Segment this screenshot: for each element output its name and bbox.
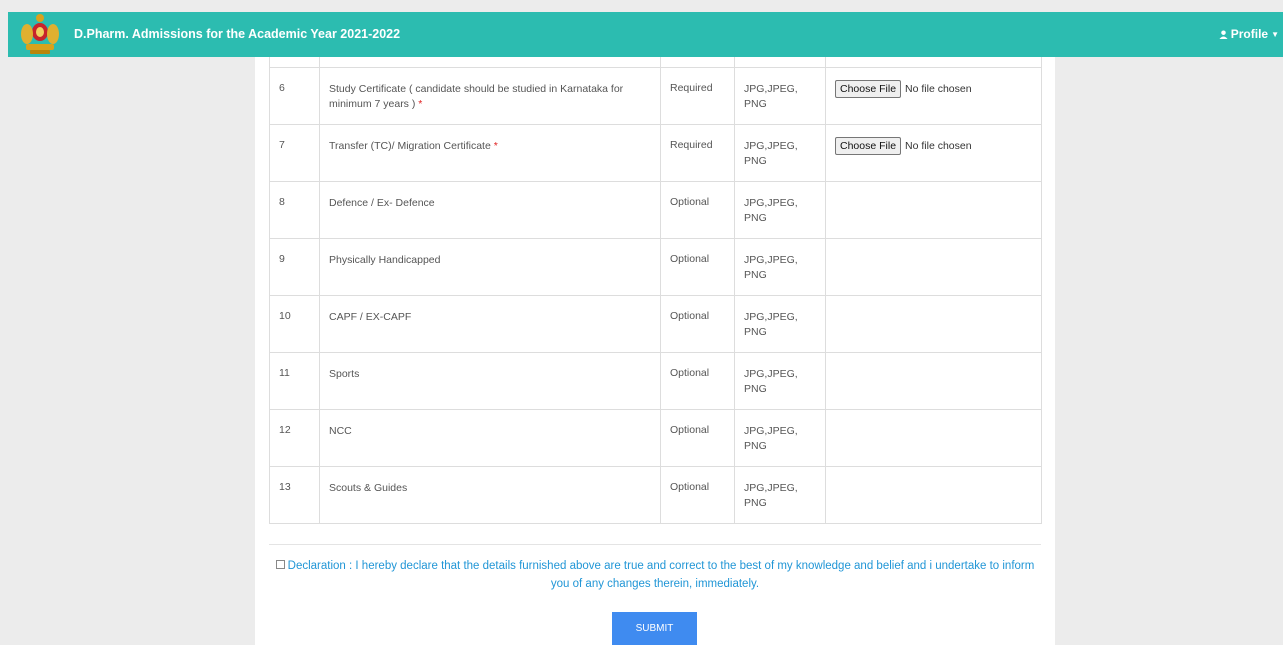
doc-name: Physically Handicapped bbox=[329, 254, 441, 266]
doc-name-cell: Physically Handicapped bbox=[319, 238, 661, 296]
documents-table: 6 Study Certificate ( candidate should be… bbox=[269, 57, 1042, 524]
file-input[interactable]: Choose File No file chosen bbox=[835, 80, 1032, 98]
table-row: 9 Physically Handicapped Optional JPG,JPEG,… bbox=[269, 238, 1042, 296]
upload-cell bbox=[825, 466, 1042, 524]
doc-name: Defence / Ex- Defence bbox=[329, 197, 435, 209]
doc-name: Study Certificate ( candidate should be … bbox=[329, 83, 624, 110]
doc-name-cell: NCC bbox=[319, 409, 661, 467]
doc-name-cell: Defence / Ex- Defence bbox=[319, 181, 661, 239]
user-icon bbox=[1219, 30, 1228, 39]
required-asterisk: * bbox=[493, 140, 498, 152]
profile-menu[interactable]: Profile ▼ bbox=[1219, 12, 1279, 57]
upload-cell: Choose File No file chosen bbox=[825, 124, 1042, 182]
doc-number: 7 bbox=[269, 124, 320, 182]
doc-formats: JPG,JPEG, PNG bbox=[734, 352, 826, 410]
doc-formats: JPG,JPEG, PNG bbox=[734, 67, 826, 125]
doc-status: Optional bbox=[660, 352, 735, 410]
table-row-partial bbox=[269, 57, 1042, 68]
doc-formats: JPG,JPEG, PNG bbox=[734, 295, 826, 353]
doc-number: 12 bbox=[269, 409, 320, 467]
doc-number: 13 bbox=[269, 466, 320, 524]
upload-cell bbox=[825, 409, 1042, 467]
upload-cell: Choose File No file chosen bbox=[825, 67, 1042, 125]
doc-number: 11 bbox=[269, 352, 320, 410]
required-asterisk: * bbox=[418, 98, 423, 110]
documents-table-body: 6 Study Certificate ( candidate should be… bbox=[269, 57, 1042, 524]
doc-formats: JPG,JPEG, PNG bbox=[734, 238, 826, 296]
documents-table-wrapper: 6 Study Certificate ( candidate should be… bbox=[269, 57, 1042, 524]
declaration-checkbox[interactable] bbox=[275, 560, 285, 570]
doc-status: Optional bbox=[660, 181, 735, 239]
doc-status: Optional bbox=[660, 238, 735, 296]
doc-name-cell: Sports bbox=[319, 352, 661, 410]
declaration-block: Declaration : I hereby declare that the … bbox=[269, 557, 1041, 593]
document-upload-card: 6 Study Certificate ( candidate should be… bbox=[255, 57, 1055, 645]
doc-number: 8 bbox=[269, 181, 320, 239]
doc-name: Scouts & Guides bbox=[329, 482, 408, 494]
upload-cell bbox=[825, 295, 1042, 353]
doc-name: Sports bbox=[329, 368, 360, 380]
doc-status: Required bbox=[660, 124, 735, 182]
doc-status: Optional bbox=[660, 409, 735, 467]
doc-formats: JPG,JPEG, PNG bbox=[734, 181, 826, 239]
upload-cell bbox=[825, 181, 1042, 239]
upload-cell bbox=[825, 238, 1042, 296]
table-row: 7 Transfer (TC)/ Migration Certificate * R… bbox=[269, 124, 1042, 182]
table-row: 6 Study Certificate ( candidate should be… bbox=[269, 67, 1042, 125]
doc-name: NCC bbox=[329, 425, 352, 437]
chevron-down-icon: ▼ bbox=[1271, 30, 1279, 39]
doc-name-cell: Study Certificate ( candidate should be … bbox=[319, 67, 661, 125]
section-divider bbox=[269, 544, 1041, 545]
doc-status: Optional bbox=[660, 295, 735, 353]
declaration-text: Declaration : I hereby declare that the … bbox=[287, 560, 1035, 590]
doc-name-cell: CAPF / EX-CAPF bbox=[319, 295, 661, 353]
profile-label: Profile bbox=[1230, 27, 1269, 41]
doc-name-cell: Transfer (TC)/ Migration Certificate * bbox=[319, 124, 661, 182]
doc-number: 10 bbox=[269, 295, 320, 353]
app-title: D.Pharm. Admissions for the Academic Yea… bbox=[74, 27, 401, 41]
doc-number: 6 bbox=[269, 67, 320, 125]
choose-file-button[interactable]: Choose File bbox=[835, 80, 902, 98]
doc-status: Required bbox=[660, 67, 735, 125]
doc-formats: JPG,JPEG, PNG bbox=[734, 124, 826, 182]
doc-number: 9 bbox=[269, 238, 320, 296]
doc-name-cell: Scouts & Guides bbox=[319, 466, 661, 524]
table-row: 8 Defence / Ex- Defence Optional JPG,JPEG, … bbox=[269, 181, 1042, 239]
karnataka-emblem-icon bbox=[18, 12, 62, 57]
choose-file-button[interactable]: Choose File bbox=[835, 137, 902, 155]
table-row: 13 Scouts & Guides Optional JPG,JPEG, PNG bbox=[269, 466, 1042, 524]
file-input[interactable]: Choose File No file chosen bbox=[835, 137, 1032, 155]
table-row: 12 NCC Optional JPG,JPEG, PNG bbox=[269, 409, 1042, 467]
doc-name: CAPF / EX-CAPF bbox=[329, 311, 412, 323]
file-status-text: No file chosen bbox=[905, 140, 972, 152]
table-row: 10 CAPF / EX-CAPF Optional JPG,JPEG, PNG bbox=[269, 295, 1042, 353]
submit-button[interactable]: SUBMIT bbox=[612, 612, 697, 645]
file-status-text: No file chosen bbox=[905, 83, 972, 95]
upload-cell bbox=[825, 352, 1042, 410]
doc-status: Optional bbox=[660, 466, 735, 524]
doc-formats: JPG,JPEG, PNG bbox=[734, 409, 826, 467]
doc-formats: JPG,JPEG, PNG bbox=[734, 466, 826, 524]
doc-name: Transfer (TC)/ Migration Certificate bbox=[329, 140, 491, 152]
table-row: 11 Sports Optional JPG,JPEG, PNG bbox=[269, 352, 1042, 410]
top-navbar: D.Pharm. Admissions for the Academic Yea… bbox=[8, 12, 1283, 57]
